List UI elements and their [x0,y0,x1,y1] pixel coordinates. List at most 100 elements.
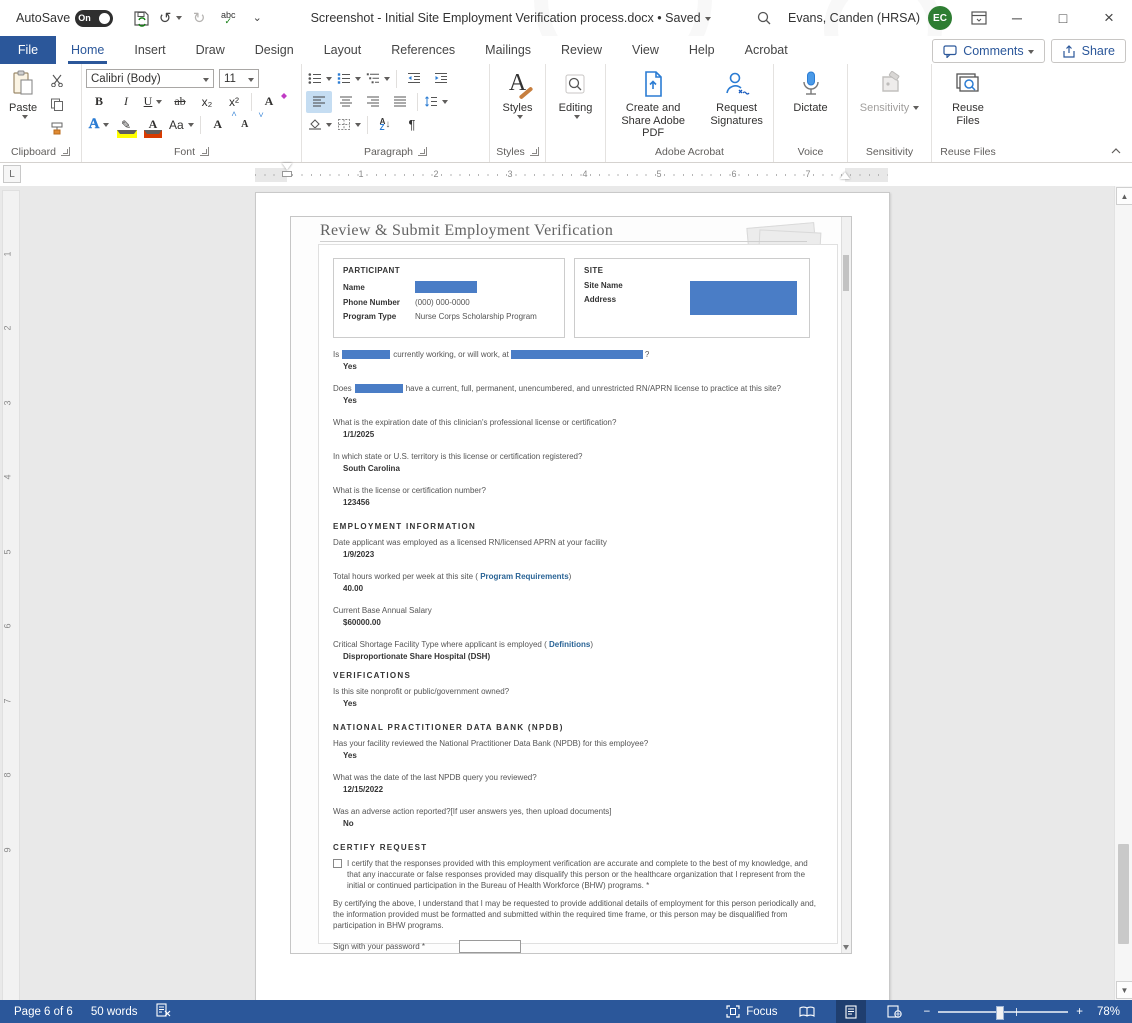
highlight-color-button[interactable]: ✎ [113,114,139,136]
sort-button[interactable]: AZ ↓ [372,114,398,136]
search-button[interactable] [752,7,776,29]
minimize-button[interactable]: ─ [994,0,1040,36]
show-formatting-button[interactable]: ¶ [399,114,425,136]
maximize-button[interactable]: □ [1040,0,1086,36]
web-layout-button[interactable] [880,1000,910,1023]
styles-button[interactable]: A Styles [498,67,538,121]
decrease-indent-button[interactable] [401,68,427,90]
document-page[interactable]: Review & Submit Employment Verification … [255,192,890,1000]
tab-help[interactable]: Help [674,36,730,64]
font-color-button[interactable]: A [140,114,166,136]
zoom-out-button[interactable]: − [924,1006,931,1018]
justify-button[interactable] [387,91,413,113]
document-title-area[interactable]: Screenshot - Initial Site Employment Ver… [269,11,752,25]
font-name-combo[interactable]: Calibri (Body) [86,69,214,88]
tab-layout[interactable]: Layout [309,36,377,64]
collapse-ribbon-button[interactable] [1108,144,1124,158]
font-dialog-launcher-icon[interactable] [200,147,209,156]
group-font: Calibri (Body) 11 B I U ab x₂ x² A [82,64,302,162]
text-effects-button[interactable]: A [86,114,112,136]
autosave-toggle[interactable]: On [75,10,113,27]
numbered-list-icon [337,72,351,85]
multilevel-list-button[interactable] [364,68,392,90]
indent-marker-right[interactable] [840,171,850,179]
italic-button[interactable]: I [113,91,139,113]
zoom-slider-thumb[interactable] [996,1006,1004,1020]
redo-button[interactable]: ↻ [187,7,211,29]
font-size-combo[interactable]: 11 [219,69,259,88]
dictate-button[interactable]: Dictate [788,67,832,117]
tab-design[interactable]: Design [240,36,309,64]
indent-marker-left[interactable] [282,163,292,177]
tab-review-label: Review [561,43,602,57]
styles-dialog-launcher-icon[interactable] [530,147,539,156]
save-button[interactable] [129,7,153,29]
line-spacing-button[interactable] [422,91,450,113]
page-indicator[interactable]: Page 6 of 6 [14,1006,73,1018]
word-count[interactable]: 50 words [91,1006,138,1018]
align-left-button[interactable] [306,91,332,113]
bold-button[interactable]: B [86,91,112,113]
ribbon-display-options-button[interactable] [964,0,994,36]
shrink-font-button[interactable]: A [232,114,258,136]
customize-qat-button[interactable]: ⌄ [245,7,269,29]
scroll-down-button[interactable]: ▼ [1116,981,1132,999]
reuse-files-button[interactable]: Reuse Files [936,67,1000,129]
cut-button[interactable] [44,69,70,91]
align-right-button[interactable] [360,91,386,113]
adobe-pdf-icon [641,71,665,97]
scrollbar-thumb[interactable] [1118,844,1129,944]
underline-button[interactable]: U [140,91,166,113]
embedded-screenshot-image[interactable]: Review & Submit Employment Verification … [290,216,852,954]
align-center-button[interactable] [333,91,359,113]
tab-stop-selector[interactable]: L [3,165,21,183]
paste-button[interactable]: Paste [4,67,42,121]
grow-font-button[interactable]: A [205,114,231,136]
close-button[interactable]: × [1086,0,1132,36]
focus-mode-button[interactable]: Focus [726,1005,777,1018]
borders-button[interactable] [335,114,363,136]
zoom-level[interactable]: 78% [1097,1006,1120,1018]
create-share-pdf-button[interactable]: Create and Share Adobe PDF [610,67,696,142]
format-painter-button[interactable] [44,117,70,139]
tab-acrobat[interactable]: Acrobat [730,36,803,64]
read-mode-button[interactable] [792,1000,822,1023]
proofing-errors-button[interactable] [156,1003,171,1020]
tab-review[interactable]: Review [546,36,617,64]
tab-file[interactable]: File [0,36,56,64]
tab-draw[interactable]: Draw [181,36,240,64]
tab-mailings[interactable]: Mailings [470,36,546,64]
tab-help-label: Help [689,43,715,57]
spellcheck-button[interactable]: abc✓ [216,7,240,29]
account-button[interactable]: Evans, Canden (HRSA) EC [788,6,952,30]
zoom-slider[interactable] [938,1011,1068,1013]
shading-button[interactable] [306,114,334,136]
tab-references[interactable]: References [376,36,470,64]
tab-insert[interactable]: Insert [119,36,180,64]
question-facility-type: Critical Shortage Facility Type where ap… [333,639,823,662]
copy-button[interactable] [44,93,70,115]
strikethrough-button[interactable]: ab [167,91,193,113]
comments-button[interactable]: Comments [932,39,1044,63]
justify-icon [393,95,407,108]
print-layout-button[interactable] [836,1000,866,1023]
tab-insert-label: Insert [134,43,165,57]
chevron-down-icon: ⌄ [253,13,262,24]
bullet-list-button[interactable] [306,68,334,90]
tab-view[interactable]: View [617,36,674,64]
vertical-scrollbar[interactable]: ▲ ▼ [1114,186,1132,1000]
change-case-button[interactable]: Aa [167,114,196,136]
editing-button[interactable]: Editing [554,67,598,121]
increase-indent-button[interactable] [428,68,454,90]
share-button[interactable]: Share [1051,39,1126,63]
request-signatures-button[interactable]: Request Signatures [704,67,769,129]
tab-home[interactable]: Home [56,36,119,64]
subscript-button[interactable]: x₂ [194,91,220,113]
undo-button[interactable]: ↺ [158,7,182,29]
clipboard-dialog-launcher-icon[interactable] [61,147,70,156]
paragraph-dialog-launcher-icon[interactable] [418,147,427,156]
numbered-list-button[interactable] [335,68,363,90]
zoom-in-button[interactable]: + [1076,1006,1083,1018]
scroll-up-button[interactable]: ▲ [1116,187,1132,205]
vertical-ruler: 1 2 3 4 5 6 7 8 9 [2,190,20,1000]
